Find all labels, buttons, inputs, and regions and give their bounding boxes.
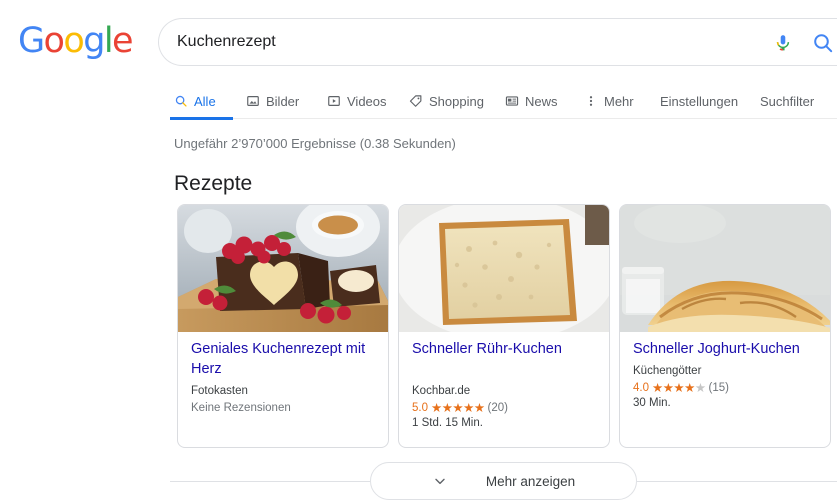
tag-icon bbox=[409, 94, 423, 108]
video-icon bbox=[327, 94, 341, 108]
search-bar[interactable] bbox=[158, 18, 837, 66]
recipe-rating: 4.0 ★★★★★ (15) bbox=[633, 381, 821, 395]
tab-alle-label: Alle bbox=[194, 93, 216, 109]
recipe-time: 1 Std. 15 Min. bbox=[412, 417, 483, 429]
recipe-title[interactable]: Schneller Rühr-Kuchen bbox=[412, 339, 600, 359]
google-search-results-page: Google Kuchenrezept Alle Bilder Videos S… bbox=[0, 0, 837, 500]
rating-value: 5.0 bbox=[412, 402, 428, 414]
search-input[interactable] bbox=[177, 19, 737, 65]
logo-letter-e: e bbox=[111, 21, 134, 61]
nav-divider bbox=[170, 118, 837, 119]
tab-shopping-label: Shopping bbox=[429, 93, 484, 109]
rating-count: (15) bbox=[708, 382, 729, 394]
logo-letter-o2: o bbox=[63, 21, 84, 61]
recipe-title[interactable]: Geniales Kuchenrezept mit Herz bbox=[191, 339, 379, 379]
recipe-image bbox=[620, 205, 830, 332]
search-tools-link[interactable]: Suchfilter bbox=[760, 84, 814, 118]
recipe-source: Küchengötter bbox=[633, 365, 702, 377]
recipe-card[interactable]: Geniales Kuchenrezept mit Herz Fotokaste… bbox=[177, 204, 389, 448]
tab-videos-label: Videos bbox=[347, 93, 387, 109]
rating-stars: ★★★★★ bbox=[652, 381, 706, 395]
show-more-label: Mehr anzeigen bbox=[485, 473, 576, 489]
page-header: Google Kuchenrezept Alle Bilder Videos S… bbox=[0, 0, 837, 120]
recipe-card-body: Schneller Rühr-Kuchen Kochbar.de 5.0 ★★★… bbox=[412, 339, 600, 429]
logo-letter-o1: o bbox=[43, 21, 65, 61]
tab-videos[interactable]: Videos bbox=[327, 84, 387, 118]
recipe-image bbox=[178, 205, 388, 332]
divider-left bbox=[170, 481, 370, 482]
tab-bilder[interactable]: Bilder bbox=[246, 84, 299, 118]
recipe-image bbox=[399, 205, 609, 332]
recipe-card-body: Schneller Joghurt-Kuchen Küchengötter 4.… bbox=[633, 339, 821, 409]
tab-bilder-label: Bilder bbox=[266, 93, 300, 109]
microphone-icon[interactable] bbox=[772, 32, 794, 54]
recipe-rating: 5.0 ★★★★★ (20) bbox=[412, 401, 600, 415]
recipe-card[interactable]: Schneller Rühr-Kuchen Kochbar.de 5.0 ★★★… bbox=[398, 204, 610, 448]
image-icon bbox=[246, 94, 260, 108]
recipe-source: Fotokasten bbox=[191, 385, 248, 397]
recipe-card-body: Geniales Kuchenrezept mit Herz Fotokaste… bbox=[191, 339, 379, 414]
logo-letter-g2: g bbox=[83, 21, 105, 61]
recipe-source: Kochbar.de bbox=[412, 385, 471, 397]
more-vertical-icon bbox=[584, 94, 598, 108]
divider-right bbox=[637, 481, 837, 482]
tab-mehr-label: Mehr bbox=[604, 93, 634, 109]
logo-letter-g1: G bbox=[18, 21, 45, 61]
rating-stars: ★★★★★ bbox=[431, 401, 485, 415]
tab-alle[interactable]: Alle bbox=[174, 84, 216, 118]
recipe-card[interactable]: Schneller Joghurt-Kuchen Küchengötter 4.… bbox=[619, 204, 831, 448]
news-icon bbox=[505, 94, 519, 108]
show-more-button[interactable]: Mehr anzeigen bbox=[370, 462, 637, 500]
rating-count: (20) bbox=[487, 402, 508, 414]
recipe-title[interactable]: Schneller Joghurt-Kuchen bbox=[633, 339, 821, 359]
google-logo[interactable]: Google bbox=[18, 21, 134, 61]
recipe-time: 30 Min. bbox=[633, 397, 671, 409]
logo-letter-l: l bbox=[103, 21, 114, 61]
page-title: Rezepte bbox=[174, 172, 253, 195]
recipe-reviews-text: Keine Rezensionen bbox=[191, 402, 291, 414]
result-stats: Ungefähr 2’970’000 Ergebnisse (0.38 Seku… bbox=[174, 136, 456, 151]
tab-shopping[interactable]: Shopping bbox=[409, 84, 484, 118]
tab-mehr[interactable]: Mehr bbox=[584, 84, 634, 118]
chevron-down-icon bbox=[432, 473, 448, 489]
recipe-cards-carousel: Geniales Kuchenrezept mit Herz Fotokaste… bbox=[177, 204, 837, 449]
tab-news[interactable]: News bbox=[505, 84, 558, 118]
settings-link[interactable]: Einstellungen bbox=[660, 84, 738, 118]
rating-value: 4.0 bbox=[633, 382, 649, 394]
search-icon bbox=[174, 94, 188, 108]
search-submit-icon[interactable] bbox=[811, 31, 835, 55]
tab-news-label: News bbox=[525, 93, 558, 109]
show-more-section: Mehr anzeigen bbox=[170, 462, 837, 500]
search-tabs-nav: Alle Bilder Videos Shopping News Mehr Ei… bbox=[0, 84, 837, 120]
